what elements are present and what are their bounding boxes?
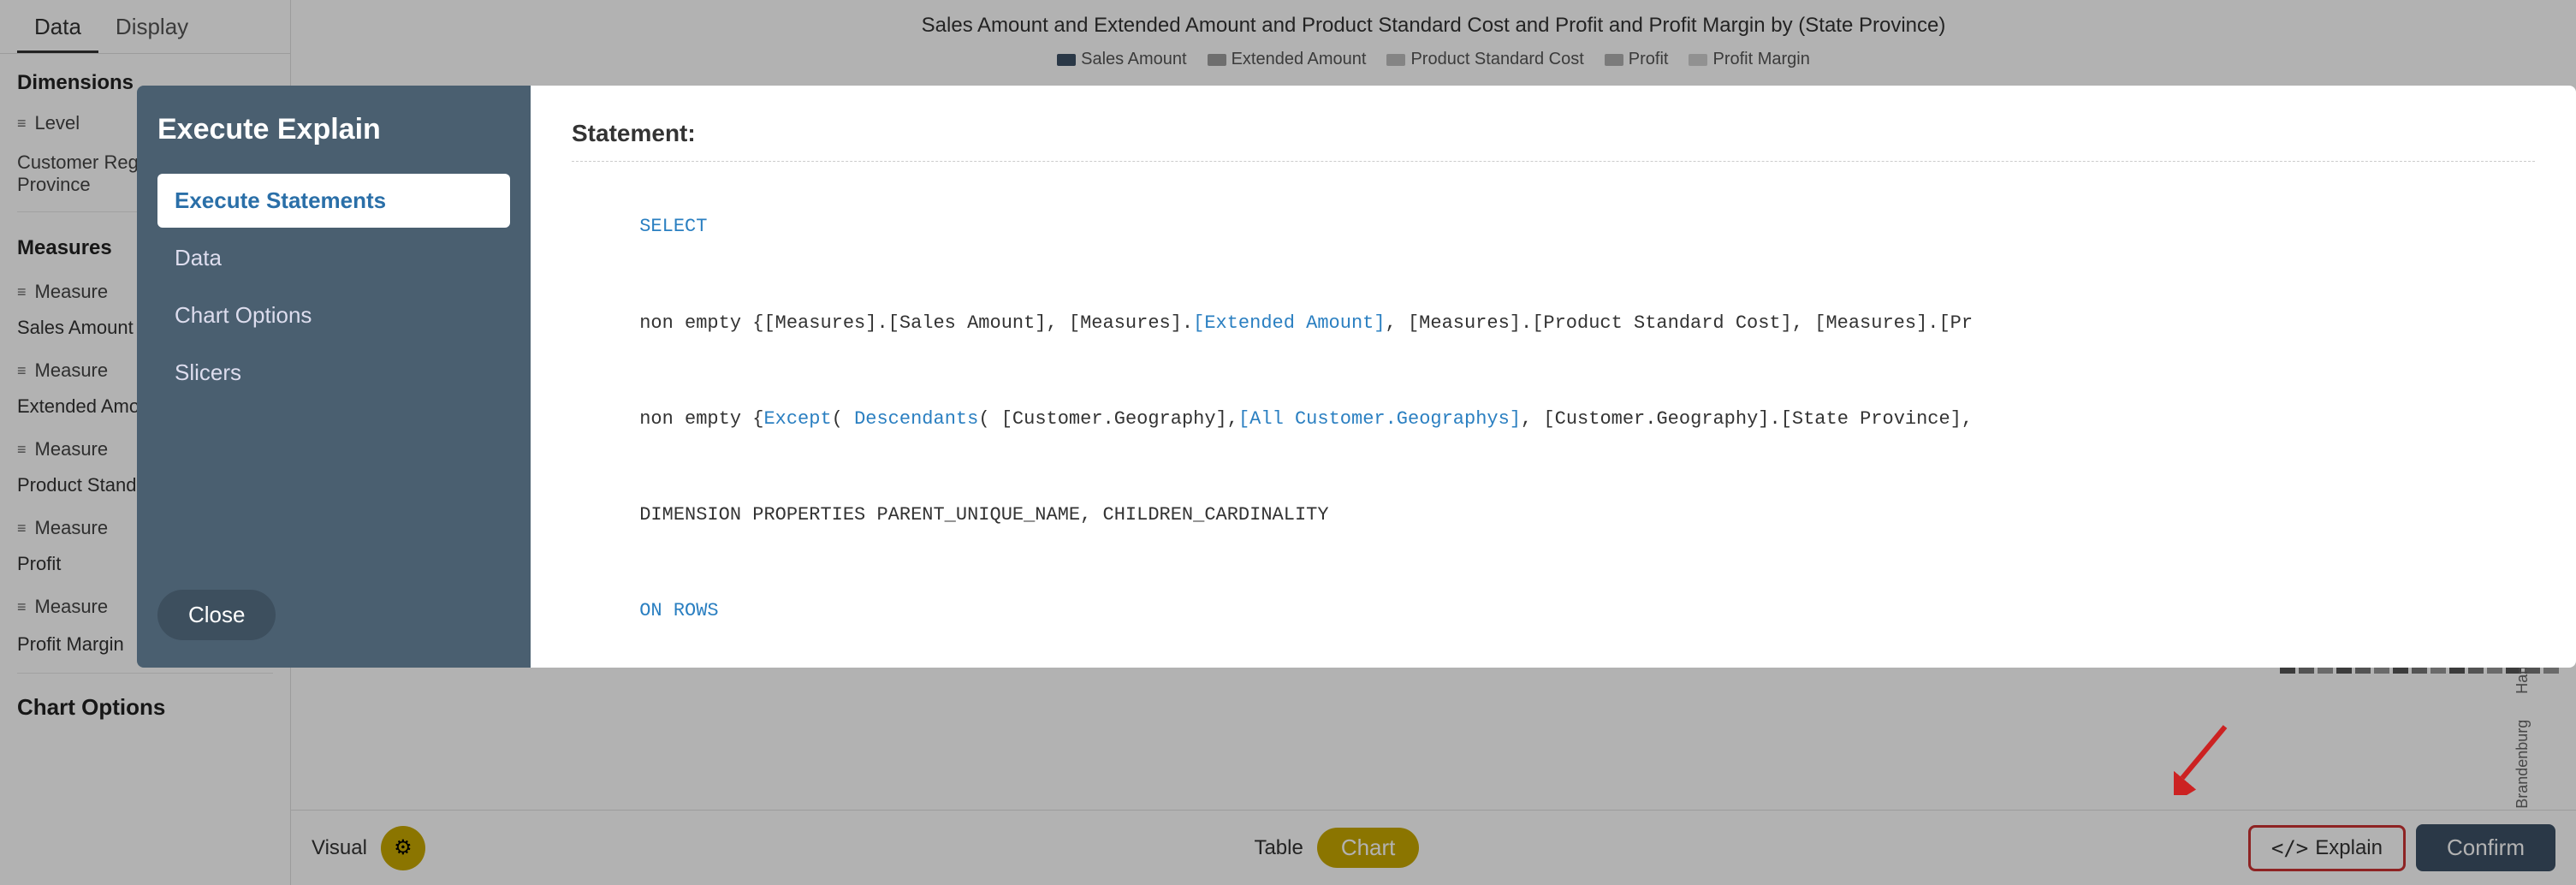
menu-slicers[interactable]: Slicers bbox=[157, 346, 510, 400]
menu-data[interactable]: Data bbox=[157, 231, 510, 285]
code-all-keyword: [All Customer.Geographys] bbox=[1238, 408, 1521, 430]
arrow-svg bbox=[2174, 710, 2242, 795]
menu-execute-statements[interactable]: Execute Statements bbox=[157, 174, 510, 228]
code-line-2: non empty { bbox=[639, 408, 763, 430]
menu-chart-options[interactable]: Chart Options bbox=[157, 288, 510, 342]
code-line-2c: ( [Customer.Geography], bbox=[978, 408, 1238, 430]
explain-close-button[interactable]: Close bbox=[157, 590, 276, 640]
code-line-2b: ( bbox=[832, 408, 854, 430]
explain-sidebar: Execute Explain Execute Statements Data … bbox=[137, 86, 531, 668]
statement-panel: Statement: SELECT non empty {[Measures].… bbox=[531, 86, 2576, 668]
code-descendants-keyword: Descendants bbox=[854, 408, 978, 430]
explain-sidebar-title: Execute Explain bbox=[157, 113, 510, 146]
on-rows-keyword: ON ROWS bbox=[639, 600, 718, 621]
select-keyword: SELECT bbox=[639, 216, 707, 237]
code-line-1b: , [Measures].[Product Standard Cost], [M… bbox=[1386, 312, 1974, 334]
code-except-keyword: Except bbox=[763, 408, 831, 430]
statement-title: Statement: bbox=[572, 120, 2535, 162]
modal-overlay: Execute Explain Execute Statements Data … bbox=[0, 0, 2576, 885]
arrow-indicator bbox=[2174, 710, 2242, 799]
code-extended-keyword: [Extended Amount] bbox=[1193, 312, 1385, 334]
code-line-3: DIMENSION PROPERTIES PARENT_UNIQUE_NAME,… bbox=[639, 504, 1328, 526]
code-line-1: non empty {[Measures].[Sales Amount], [M… bbox=[639, 312, 1193, 334]
statement-code: SELECT non empty {[Measures].[Sales Amou… bbox=[572, 179, 2535, 668]
code-line-2d: , [Customer.Geography].[State Province], bbox=[1521, 408, 1973, 430]
